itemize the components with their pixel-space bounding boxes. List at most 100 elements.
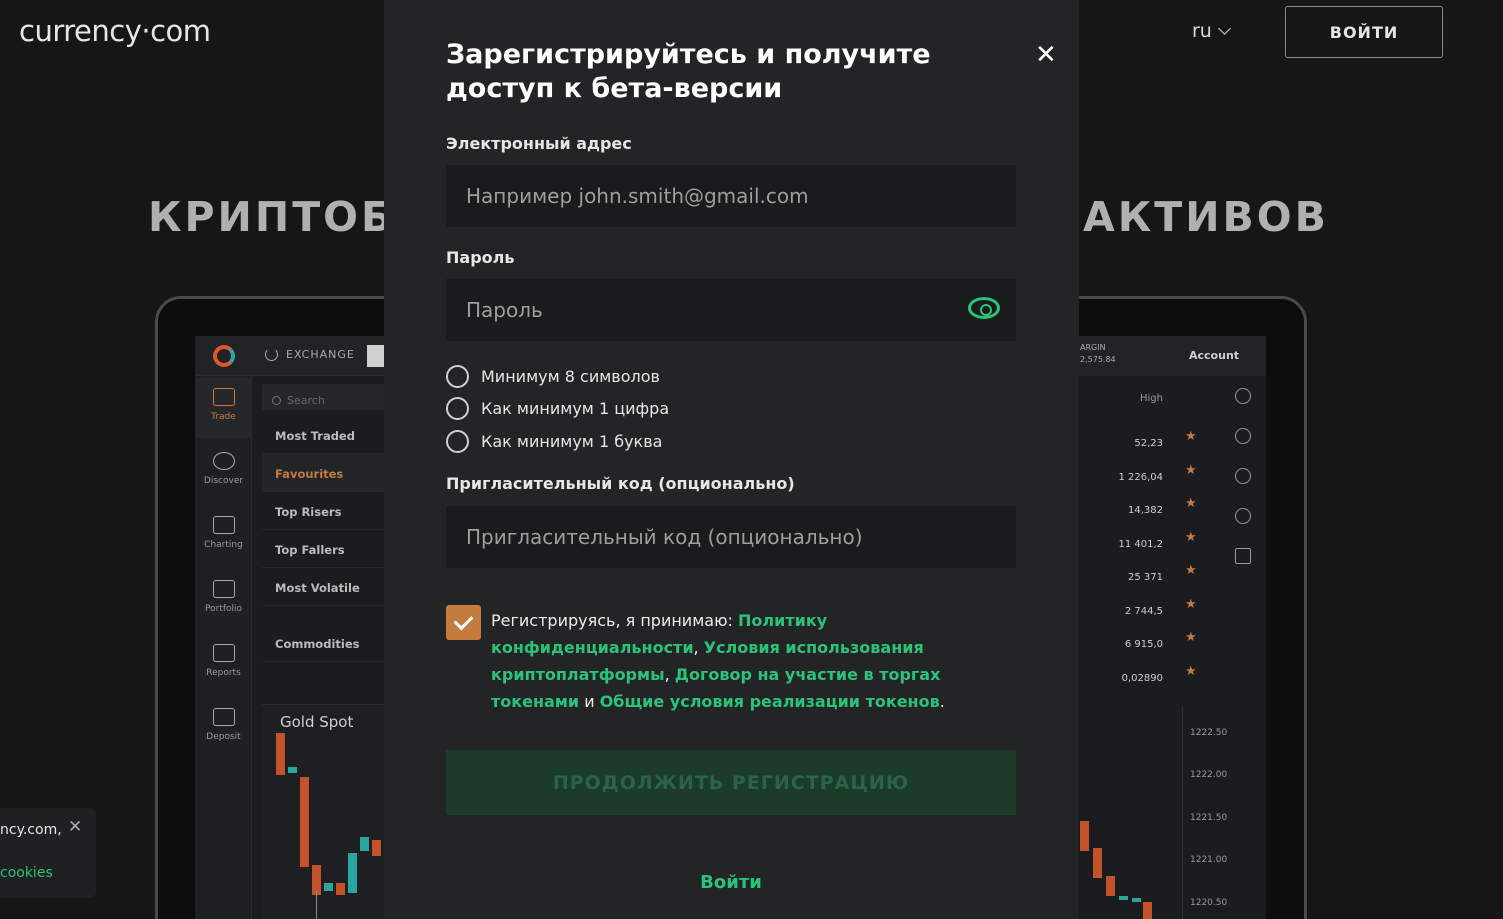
gold-chart-panel: Gold Spot (262, 704, 392, 919)
language-label: ru (1192, 20, 1212, 42)
general-terms-link[interactable]: Общие условия реализации токенов (600, 692, 940, 711)
candle (348, 853, 357, 893)
list-item: Top Risers (262, 492, 392, 530)
close-icon[interactable]: ✕ (68, 817, 82, 837)
rail-label: Reports (206, 668, 241, 678)
signup-modal: Зарегистрируйтесь и получите доступ к бе… (384, 0, 1079, 919)
eye-icon[interactable] (968, 297, 1000, 319)
modal-title: Зарегистрируйтесь и получите доступ к бе… (446, 39, 931, 104)
modal-login-link[interactable]: Войти (446, 872, 1016, 893)
star-icon: ★ (1185, 563, 1197, 578)
app-nav-rail: Trade Discover Charting Portfolio Report… (195, 376, 252, 919)
candle (1080, 821, 1089, 851)
rail-item-portfolio: Portfolio (195, 570, 252, 630)
briefcase-icon (212, 580, 235, 598)
exchange-label: EXCHANGE (286, 348, 355, 361)
card-icon (212, 708, 235, 726)
price-scale-divider (1182, 706, 1183, 919)
star-icon: ★ (1185, 664, 1197, 679)
terms-checkbox[interactable] (446, 605, 481, 640)
chevron-down-icon (1217, 21, 1231, 35)
continue-registration-button[interactable]: ПРОДОЛЖИТЬ РЕГИСТРАЦИЮ (446, 750, 1016, 815)
candle (288, 767, 297, 773)
rail-label: Trade (211, 412, 236, 422)
invite-code-field[interactable] (446, 506, 1016, 568)
candle (324, 883, 333, 891)
close-icon[interactable]: ✕ (1035, 40, 1057, 70)
candle (372, 840, 381, 856)
high-column-header: High (1140, 393, 1163, 404)
hero-title-right: АКТИВОВ (1083, 193, 1329, 241)
rail-item-discover: Discover (195, 442, 252, 502)
requirement-circle-icon (446, 365, 469, 388)
password-requirement: Минимум 8 символов (446, 365, 660, 388)
list-item: Top Fallers (262, 530, 392, 568)
star-icon: ★ (1185, 496, 1197, 511)
star-icon: ★ (1185, 630, 1197, 645)
candle (1106, 876, 1115, 896)
margin-label: ARGIN (1080, 343, 1106, 352)
candle (360, 837, 369, 851)
exchange-toggle-box (367, 345, 385, 367)
password-label: Пароль (446, 248, 515, 267)
candle (1132, 898, 1141, 902)
history-icon (1235, 508, 1251, 524)
language-selector[interactable]: ru (1192, 20, 1231, 42)
cookie-link[interactable]: cookies (0, 865, 53, 881)
terms-separator: , (664, 665, 675, 684)
high-value: 11 401,2 (1118, 539, 1163, 550)
header-login-button[interactable]: ВОЙТИ (1285, 6, 1443, 58)
price-tick: 1222.50 (1190, 728, 1228, 738)
site-logo[interactable]: currency·com (19, 14, 211, 48)
rail-item-charting: Charting (195, 506, 252, 566)
price-tick: 1221.50 (1190, 813, 1228, 823)
list-item: Commodities (262, 624, 392, 662)
candle-wick (316, 890, 317, 919)
rail-label: Charting (204, 540, 243, 550)
price-tick: 1221.00 (1190, 855, 1228, 865)
password-requirement: Как минимум 1 буква (446, 430, 662, 453)
rail-label: Portfolio (204, 604, 243, 614)
terms-text: Регистрируясь, я принимаю: Политику конф… (491, 607, 1021, 715)
high-value: 0,02890 (1121, 673, 1163, 684)
high-value: 1 226,04 (1118, 472, 1163, 483)
requirement-circle-icon (446, 397, 469, 420)
exchange-switch: EXCHANGE (265, 348, 355, 361)
margin-readout: ARGIN 2,575.84 (1080, 342, 1116, 366)
password-field[interactable] (446, 279, 1016, 341)
search-icon (272, 395, 281, 405)
star-icon: ★ (1185, 463, 1197, 478)
account-menu: Account (1189, 349, 1240, 362)
list-item: Most Traded (262, 416, 392, 454)
candle (276, 733, 285, 745)
star-icon: ★ (1185, 429, 1197, 444)
high-value: 25 371 (1128, 572, 1163, 583)
market-lists: Search Most Traded Favourites Top Risers… (262, 384, 392, 662)
star-icon: ★ (1185, 530, 1197, 545)
rail-item-trade: Trade (195, 378, 252, 438)
rail-label: Discover (203, 476, 244, 486)
email-label: Электронный адрес (446, 134, 632, 153)
terms-separator: , (693, 638, 704, 657)
star-icon: ★ (1185, 597, 1197, 612)
margin-value: 2,575.84 (1080, 355, 1116, 364)
price-tick: 1220.50 (1190, 898, 1228, 908)
price-tick: 1222.00 (1190, 770, 1228, 780)
app-search-placeholder: Search (287, 393, 325, 407)
candle (1119, 896, 1128, 900)
high-value: 14,382 (1128, 505, 1163, 516)
terms-suffix: . (939, 692, 945, 711)
info-icon (1235, 388, 1251, 404)
candle (336, 883, 345, 895)
list-item: Favourites (262, 454, 392, 492)
requirement-circle-icon (446, 430, 469, 453)
hero-title-left: КРИПТОБ (148, 193, 396, 241)
candle (1093, 848, 1102, 878)
email-field[interactable] (446, 165, 1016, 227)
candle (1143, 902, 1152, 919)
candle (300, 777, 309, 867)
tool-icons (1235, 388, 1253, 588)
chart-title: Gold Spot (280, 713, 354, 731)
high-value: 6 915,0 (1124, 639, 1163, 650)
list-icon (1235, 468, 1251, 484)
